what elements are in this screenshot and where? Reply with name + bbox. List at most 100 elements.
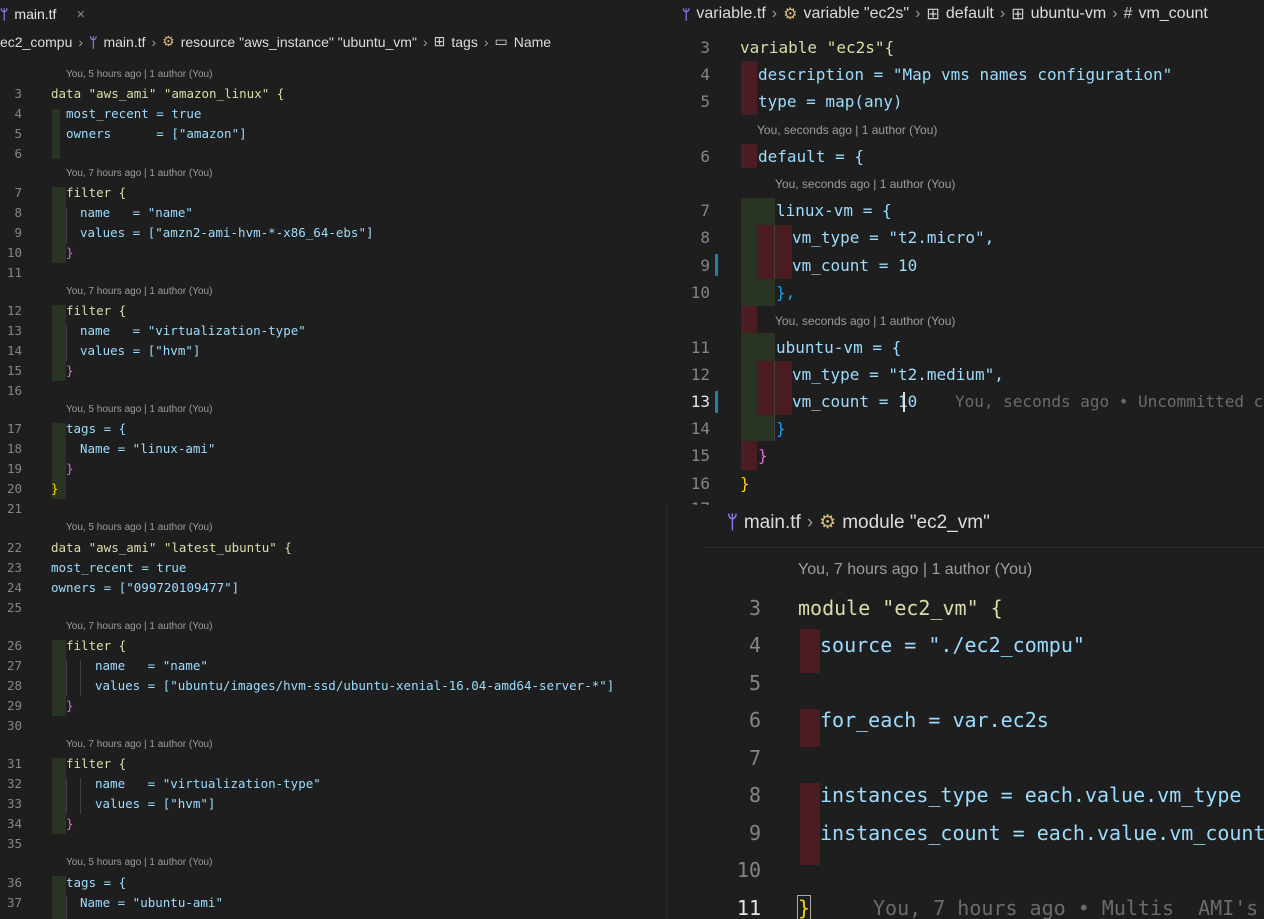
line-number: 17 [6,421,22,436]
chevron-right-icon: › [999,5,1006,22]
inline-blame: You, 7 hours ago • Multis AMI's full [873,896,1259,919]
line-number: 6 [14,146,22,161]
codelens-blame[interactable]: You, 5 hours ago | 1 author (You) [66,857,212,868]
code-line: most_recent = true [66,106,202,121]
line-number: 9 [14,225,22,240]
breadcrumb-resource[interactable]: resource "aws_instance" "ubuntu_vm" [181,34,417,50]
breadcrumb-ubuntu-vm[interactable]: ubuntu-vm [1031,5,1107,23]
code-line: name = "virtualization-type" [80,323,306,338]
indent-guide [66,207,67,243]
chevron-right-icon: › [483,33,489,50]
codelens-blame[interactable]: You, 7 hours ago | 1 author (You) [798,561,1032,579]
code-line: } [796,895,812,919]
code-line: owners = ["099720109477"] [51,580,240,595]
tab-label: main.tf [14,6,57,22]
code-line: variable "ec2s"{ [740,38,895,57]
codelens-blame[interactable]: You, 7 hours ago | 1 author (You) [66,739,212,750]
breadcrumb-variable[interactable]: variable "ec2s" [803,5,909,23]
code-line: vm_type = "t2.micro", [792,228,995,247]
code-line: filter { [66,303,127,318]
code-line: default = { [758,147,864,166]
codelens-blame[interactable]: You, 7 hours ago | 1 author (You) [66,168,212,179]
line-number: 10 [736,858,761,882]
line-number: 16 [6,383,22,398]
string-symbol-icon: ▭ [494,33,508,49]
object-symbol-icon: ⊞ [433,33,446,49]
breadcrumb-file[interactable]: main.tf [103,34,145,50]
breadcrumb-tags[interactable]: tags [451,34,477,50]
line-number-current: 13 [690,392,710,411]
line-number: 30 [6,718,22,733]
codelens-blame[interactable]: You, seconds ago | 1 author (You) [775,177,955,191]
code-line: values = ["hvm"] [80,343,201,358]
breadcrumb: ec2_compu › ᛘ main.tf › ⚙ resource "aws_… [0,33,551,50]
codelens-blame[interactable]: You, 5 hours ago | 1 author (You) [66,522,212,533]
line-number: 24 [6,580,22,595]
line-number: 18 [6,441,22,456]
code-line: vm_count = 10 [792,392,918,411]
line-number: 7 [748,746,761,770]
git-change-marker[interactable] [715,391,718,413]
terraform-file-icon: ᛘ [89,33,98,50]
line-number: 7 [14,185,22,200]
code-line: instances_type = each.value.vm_type [820,783,1242,807]
line-number: 10 [6,245,22,260]
line-number: 19 [6,461,22,476]
breadcrumb-default[interactable]: default [946,5,994,23]
terraform-file-icon: ᛘ [0,6,9,22]
code-line: source = "./ec2_compu" [820,633,1085,657]
code-line: data "aws_ami" "amazon_linux" { [51,86,285,101]
diff-highlight [741,144,757,168]
right-bottom-editor-pane: ᛘ main.tf › ⚙ module "ec2_vm" You, 7 hou… [703,505,1264,919]
codelens-blame[interactable]: You, 5 hours ago | 1 author (You) [66,404,212,415]
breadcrumb-file[interactable]: variable.tf [696,5,765,23]
chevron-right-icon: › [915,5,921,22]
close-tab-icon[interactable]: × [76,6,85,23]
code-line: values = ["amzn2-ami-hvm-*-x86_64-ebs"] [80,225,374,240]
breadcrumb-file[interactable]: main.tf [744,512,801,534]
breadcrumb-module[interactable]: module "ec2_vm" [842,512,990,534]
codelens-blame[interactable]: You, 7 hours ago | 1 author (You) [66,621,212,632]
line-number: 5 [748,671,761,695]
code-line: type = map(any) [758,92,903,111]
codelens-blame[interactable]: You, seconds ago | 1 author (You) [775,314,955,328]
line-number: 15 [690,446,710,465]
line-number: 25 [6,600,22,615]
line-number: 34 [6,816,22,831]
gap [800,747,820,783]
chevron-right-icon: › [771,5,778,22]
code-line: } [66,698,74,713]
code-line: name = "virtualization-type" [95,776,321,791]
text-cursor [903,392,905,412]
code-line: } [66,245,74,260]
code-line: description = "Map vms names configurati… [758,65,1173,84]
breadcrumb-vm-count[interactable]: vm_count [1138,5,1207,23]
indent-guide [80,660,81,696]
code-line: vm_count = 10 [792,256,918,275]
line-number: 4 [700,65,710,84]
chevron-right-icon: › [78,33,84,50]
chevron-right-icon: › [422,33,428,50]
line-number: 16 [690,474,710,493]
module-symbol-icon: ⚙ [819,512,837,533]
line-number: 3 [748,596,761,620]
line-number: 29 [6,698,22,713]
codelens-blame[interactable]: You, seconds ago | 1 author (You) [757,123,937,137]
codelens-blame[interactable]: You, 7 hours ago | 1 author (You) [66,286,212,297]
indent-highlight [52,758,66,834]
code-line: data "aws_ami" "latest_ubuntu" { [51,540,292,555]
line-number: 21 [6,501,22,516]
breadcrumb-folder[interactable]: ec2_compu [0,34,72,50]
breadcrumb-name[interactable]: Name [514,34,551,50]
codelens-blame[interactable]: You, 5 hours ago | 1 author (You) [66,69,212,80]
git-change-marker[interactable] [715,254,718,276]
editor-tab-main-tf[interactable]: ᛘ main.tf × [0,0,93,28]
code-line: filter { [66,638,127,653]
chevron-right-icon: › [1112,5,1118,22]
code-line: Name = "linux-ami" [80,441,216,456]
line-number: 8 [700,228,710,247]
indent-guide [66,660,67,696]
line-number: 31 [6,756,22,771]
object-symbol-icon: ⊞ [926,6,940,23]
line-number: 12 [690,365,710,384]
